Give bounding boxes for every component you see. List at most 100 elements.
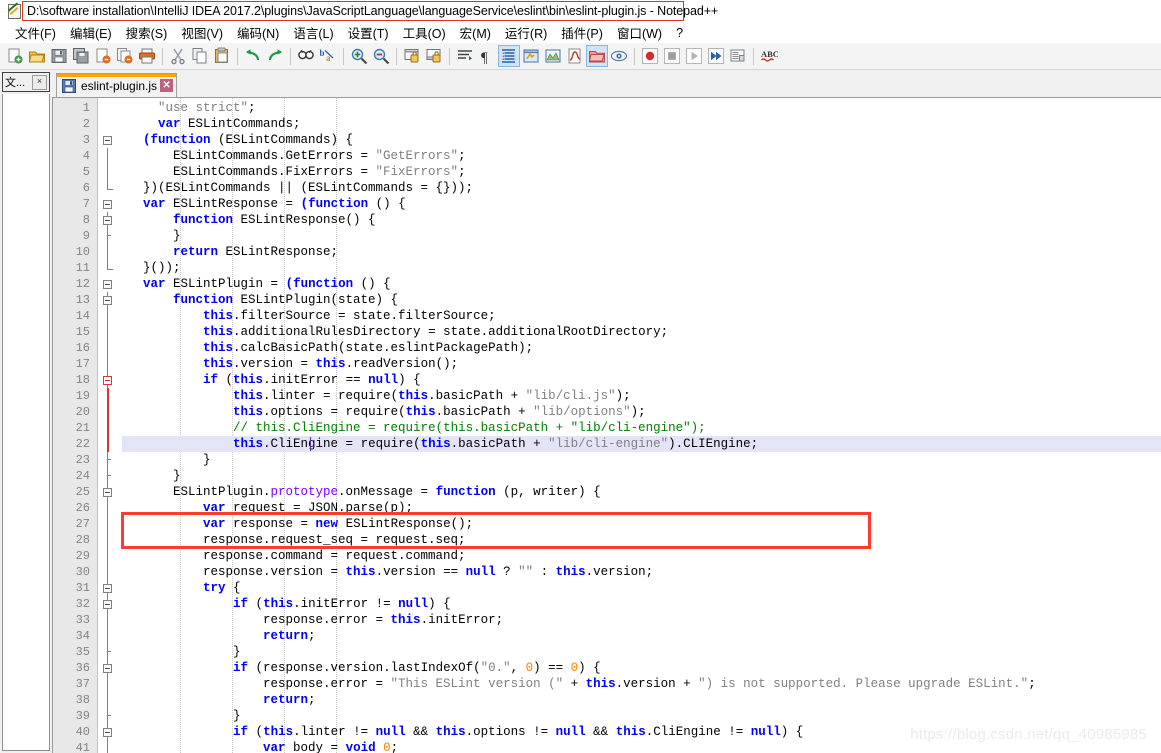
code-line[interactable]: response.error = "This ESLint version ("… [122, 676, 1161, 692]
zoom-out-icon[interactable] [370, 45, 392, 67]
fold-marker-row[interactable] [98, 356, 122, 372]
code-line[interactable]: this.additionalRulesDirectory = state.ad… [122, 324, 1161, 340]
show-doc-map-icon[interactable] [542, 45, 564, 67]
menu-settings[interactable]: 设置(T) [341, 21, 396, 44]
fold-collapse-icon[interactable] [103, 728, 112, 737]
code-line[interactable]: var response = new ESLintResponse(); [122, 516, 1161, 532]
fold-collapse-icon-active[interactable] [103, 376, 112, 385]
fold-marker-row[interactable] [98, 212, 122, 228]
menu-macro[interactable]: 宏(M) [453, 21, 498, 44]
fold-collapse-icon[interactable] [103, 216, 112, 225]
code-line[interactable]: try { [122, 580, 1161, 596]
zoom-in-icon[interactable] [348, 45, 370, 67]
fold-marker-row[interactable] [98, 180, 122, 196]
fold-marker-row[interactable] [98, 484, 122, 500]
menu-tools[interactable]: 工具(O) [396, 21, 453, 44]
function-list-icon[interactable] [564, 45, 586, 67]
code-line[interactable]: // this.CliEngine = require(this.basicPa… [122, 420, 1161, 436]
toolbar[interactable]: ba¶ABC [0, 43, 1161, 70]
code-line[interactable]: this.linter = require(this.basicPath + "… [122, 388, 1161, 404]
folder-as-workspace-icon[interactable] [586, 45, 608, 67]
fold-marker-row[interactable] [98, 740, 122, 753]
code-line[interactable]: function ESLintResponse() { [122, 212, 1161, 228]
fold-marker-row[interactable] [98, 612, 122, 628]
close-all-files-icon[interactable] [114, 45, 136, 67]
fold-marker-row[interactable] [98, 708, 122, 724]
code-line[interactable]: }()); [122, 260, 1161, 276]
fold-marker-row[interactable] [98, 452, 122, 468]
fold-marker-row[interactable] [98, 132, 122, 148]
code-line[interactable]: this.calcBasicPath(state.eslintPackagePa… [122, 340, 1161, 356]
code-line[interactable]: ESLintPlugin.prototype.onMessage = funct… [122, 484, 1161, 500]
dock-tab[interactable]: 文... × [2, 72, 50, 92]
fold-collapse-icon[interactable] [103, 600, 112, 609]
code-line[interactable]: (function (ESLintCommands) { [122, 132, 1161, 148]
code-line[interactable]: response.error = this.initError; [122, 612, 1161, 628]
fold-marker-row[interactable] [98, 148, 122, 164]
fold-marker-row[interactable] [98, 660, 122, 676]
code-line[interactable]: response.command = request.command; [122, 548, 1161, 564]
fold-marker-row[interactable] [98, 308, 122, 324]
sync-horizontal-scroll-icon[interactable] [423, 45, 445, 67]
fold-marker-row[interactable] [98, 116, 122, 132]
dock-close-icon[interactable]: × [32, 75, 47, 90]
fold-marker-row[interactable] [98, 596, 122, 612]
code-line[interactable]: if (this.linter != null && this.options … [122, 724, 1161, 740]
menu-bar[interactable]: 文件(F)编辑(E)搜索(S)视图(V)编码(N)语言(L)设置(T)工具(O)… [0, 22, 1161, 43]
fold-marker-row[interactable] [98, 516, 122, 532]
save-macro-icon[interactable] [727, 45, 749, 67]
code-editor[interactable]: 1234567891011121314151617181920212223242… [52, 97, 1161, 753]
fold-marker-row[interactable] [98, 324, 122, 340]
fold-collapse-icon[interactable] [103, 136, 112, 145]
fold-marker-row[interactable] [98, 564, 122, 580]
code-line[interactable]: ESLintCommands.GetErrors = "GetErrors"; [122, 148, 1161, 164]
code-line[interactable]: var ESLintCommands; [122, 116, 1161, 132]
fold-marker-row[interactable] [98, 724, 122, 740]
fold-marker-row[interactable] [98, 628, 122, 644]
fold-marker-row[interactable] [98, 420, 122, 436]
code-line[interactable]: response.request_seq = request.seq; [122, 532, 1161, 548]
find-icon[interactable] [295, 45, 317, 67]
fold-marker-row[interactable] [98, 100, 122, 116]
code-line[interactable]: this.filterSource = state.filterSource; [122, 308, 1161, 324]
fold-marker-row[interactable] [98, 164, 122, 180]
menu-edit[interactable]: 编辑(E) [63, 21, 119, 44]
fold-collapse-icon[interactable] [103, 200, 112, 209]
fold-collapse-icon[interactable] [103, 664, 112, 673]
fold-marker-row[interactable] [98, 676, 122, 692]
code-folding-margin[interactable] [98, 98, 122, 753]
code-line[interactable]: return; [122, 692, 1161, 708]
monitor-file-icon[interactable] [608, 45, 630, 67]
code-line[interactable]: if (this.initError != null) { [122, 596, 1161, 612]
user-defined-dialog-icon[interactable] [520, 45, 542, 67]
copy-icon[interactable] [189, 45, 211, 67]
code-line[interactable]: var ESLintResponse = (function () { [122, 196, 1161, 212]
menu-run[interactable]: 运行(R) [498, 21, 554, 44]
menu-language[interactable]: 语言(L) [286, 21, 340, 44]
fold-collapse-icon[interactable] [103, 488, 112, 497]
fold-marker-row[interactable] [98, 372, 122, 388]
fold-marker-row[interactable] [98, 388, 122, 404]
paste-icon[interactable] [211, 45, 233, 67]
fold-collapse-icon[interactable] [103, 280, 112, 289]
file-tab-bar[interactable]: eslint-plugin.js ✕ [52, 70, 1161, 97]
fold-marker-row[interactable] [98, 692, 122, 708]
word-wrap-icon[interactable] [454, 45, 476, 67]
fold-marker-row[interactable] [98, 404, 122, 420]
close-file-icon[interactable] [92, 45, 114, 67]
code-line[interactable]: var body = void 0; [122, 740, 1161, 753]
fold-marker-row[interactable] [98, 196, 122, 212]
save-all-icon[interactable] [70, 45, 92, 67]
code-line[interactable]: function ESLintPlugin(state) { [122, 292, 1161, 308]
menu-help[interactable]: ? [669, 24, 690, 42]
fold-marker-row[interactable] [98, 436, 122, 452]
replace-icon[interactable]: ba [317, 45, 339, 67]
new-file-icon[interactable] [4, 45, 26, 67]
sync-vertical-scroll-icon[interactable] [401, 45, 423, 67]
code-line[interactable]: var request = JSON.parse(p); [122, 500, 1161, 516]
code-line[interactable]: ESLintCommands.FixErrors = "FixErrors"; [122, 164, 1161, 180]
menu-search[interactable]: 搜索(S) [119, 21, 175, 44]
redo-icon[interactable] [264, 45, 286, 67]
code-line[interactable]: var ESLintPlugin = (function () { [122, 276, 1161, 292]
close-icon[interactable]: ✕ [160, 79, 173, 92]
